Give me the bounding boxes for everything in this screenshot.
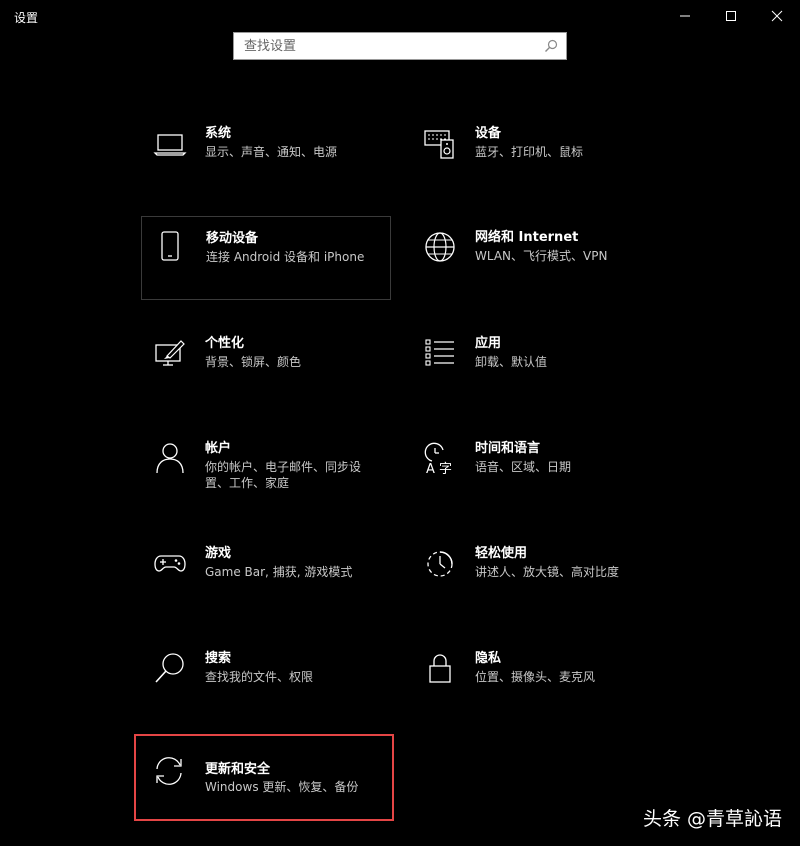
tile-label: 游戏 — [205, 546, 232, 561]
tile-description: 显示、声音、通知、电源 — [205, 145, 338, 159]
tile-label: 搜索 — [205, 651, 232, 666]
search-input[interactable] — [234, 33, 554, 59]
tile-accounts[interactable]: 帐户 你的帐户、电子邮件、同步设置、工作、家庭 — [141, 427, 391, 511]
tile-devices[interactable]: 设备 蓝牙、打印机、鼠标 — [411, 112, 661, 196]
keyboard-speaker-icon — [424, 130, 454, 159]
tile-system[interactable]: 系统 显示、声音、通知、电源 — [141, 112, 391, 196]
tile-description: 语音、区域、日期 — [475, 460, 572, 474]
tile-description: 卸载、默认值 — [475, 355, 548, 369]
maximize-button[interactable] — [708, 0, 754, 32]
tile-label: 帐户 — [205, 441, 232, 456]
tile-description: 连接 Android 设备和 iPhone — [206, 250, 365, 264]
svg-text:字: 字 — [439, 462, 452, 475]
ease-of-access-icon — [427, 551, 453, 577]
sync-icon — [156, 757, 182, 785]
close-button[interactable] — [754, 0, 800, 32]
tile-label: 系统 — [205, 126, 232, 141]
tile-label: 个性化 — [205, 336, 245, 351]
tile-description: 讲述人、放大镜、高对比度 — [475, 565, 620, 579]
watermark: 头条 @青草訫语 — [642, 808, 782, 830]
minimize-button[interactable] — [662, 0, 708, 32]
tile-label: 更新和安全 — [205, 762, 271, 777]
tile-update-security[interactable]: 更新和安全 Windows 更新、恢复、备份 — [134, 734, 394, 821]
globe-icon — [425, 232, 455, 262]
settings-window: 设置 系统 显示、声音、通知、电源 设备 — [0, 0, 800, 846]
svg-text:A: A — [426, 462, 435, 475]
laptop-icon — [153, 134, 187, 156]
tile-label: 应用 — [475, 336, 502, 351]
close-icon — [771, 10, 783, 22]
apps-list-icon — [425, 339, 454, 366]
search-icon[interactable] — [544, 39, 558, 53]
window-title: 设置 — [14, 11, 39, 25]
tile-label: 设备 — [475, 126, 502, 141]
phone-icon — [161, 231, 179, 261]
tile-apps[interactable]: 应用 卸载、默认值 — [411, 322, 661, 406]
tile-description: 背景、锁屏、颜色 — [205, 355, 302, 369]
lock-icon — [429, 654, 451, 683]
magnifier-icon — [155, 653, 184, 683]
tile-phone[interactable]: 移动设备 连接 Android 设备和 iPhone — [141, 216, 391, 300]
tile-ease-of-access[interactable]: 轻松使用 讲述人、放大镜、高对比度 — [411, 532, 661, 616]
tile-network[interactable]: 网络和 Internet WLAN、飞行模式、VPN — [411, 216, 661, 300]
paint-screen-icon — [155, 340, 185, 366]
tile-label: 网络和 Internet — [475, 230, 579, 245]
tile-personalization[interactable]: 个性化 背景、锁屏、颜色 — [141, 322, 391, 406]
search-box — [233, 32, 567, 60]
gamepad-icon — [154, 555, 186, 572]
tile-description: Windows 更新、恢复、备份 — [205, 780, 359, 794]
tile-privacy[interactable]: 隐私 位置、摄像头、麦克风 — [411, 637, 661, 721]
minimize-icon — [680, 15, 690, 17]
tile-label: 移动设备 — [206, 231, 259, 246]
maximize-icon — [726, 11, 736, 21]
tile-description: 查找我的文件、权限 — [205, 670, 314, 684]
tile-label: 隐私 — [475, 651, 502, 666]
tile-label: 轻松使用 — [475, 546, 528, 561]
tile-description: 蓝牙、打印机、鼠标 — [475, 145, 584, 159]
person-icon — [156, 443, 184, 474]
tile-search[interactable]: 搜索 查找我的文件、权限 — [141, 637, 391, 721]
tile-description: WLAN、飞行模式、VPN — [475, 249, 608, 263]
tile-description: Game Bar, 捕获, 游戏模式 — [205, 565, 353, 579]
tile-gaming[interactable]: 游戏 Game Bar, 捕获, 游戏模式 — [141, 532, 391, 616]
tile-time-language[interactable]: A 字 时间和语言 语音、区域、日期 — [411, 427, 661, 511]
tile-description: 你的帐户、电子邮件、同步设置、工作、家庭 — [205, 460, 362, 490]
time-language-icon: A 字 — [424, 442, 452, 475]
tile-description: 位置、摄像头、麦克风 — [475, 670, 596, 684]
tile-label: 时间和语言 — [475, 441, 541, 456]
